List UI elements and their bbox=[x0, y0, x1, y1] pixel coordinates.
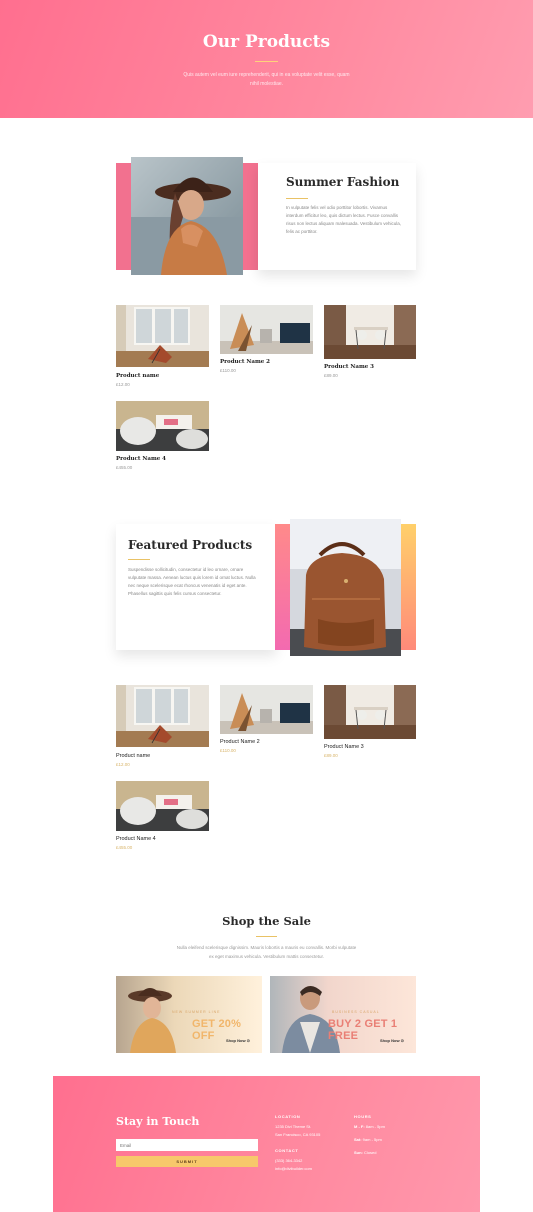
product-name[interactable]: Product Name 2 bbox=[220, 739, 260, 745]
product-price: £89.00 bbox=[324, 753, 338, 758]
featured-bag-photo bbox=[290, 519, 401, 656]
decor-gradient-edge bbox=[401, 524, 416, 650]
email-field[interactable] bbox=[116, 1139, 258, 1151]
banner-kicker: NEW SUMMER LINE bbox=[172, 1010, 221, 1014]
product-image[interactable] bbox=[220, 685, 313, 734]
product-name[interactable]: Product Name 4 bbox=[116, 456, 166, 462]
summer-card-title: Summer Fashion bbox=[286, 175, 400, 189]
hours-row: M - F: 8am - 5pm bbox=[354, 1124, 385, 1130]
product-image[interactable] bbox=[116, 401, 209, 451]
submit-button[interactable]: SUBMIT bbox=[116, 1156, 258, 1167]
shop-now-link[interactable]: Shop Now ⊙ bbox=[226, 1038, 250, 1043]
product-name[interactable]: Product Name 3 bbox=[324, 364, 374, 370]
sale-section-text: Nulla eleifend scelerisque dignissim. Ma… bbox=[176, 945, 357, 959]
product-image[interactable] bbox=[220, 305, 313, 354]
title-divider bbox=[256, 936, 277, 937]
card-divider bbox=[128, 559, 150, 560]
product-name[interactable]: Product name bbox=[116, 753, 150, 759]
hours-time: 8am - 5pm bbox=[364, 1124, 385, 1129]
product-price: £89.00 bbox=[324, 373, 338, 378]
hours-time: Closed bbox=[362, 1150, 377, 1155]
phone-number[interactable]: (333) 364-3342 bbox=[275, 1158, 302, 1164]
product-image[interactable] bbox=[324, 685, 416, 739]
product-price: £12.00 bbox=[116, 762, 130, 767]
hours-heading: HOURS bbox=[354, 1114, 372, 1119]
hours-row: Sun: Closed bbox=[354, 1150, 376, 1156]
product-price: £455.00 bbox=[116, 845, 133, 850]
card-divider bbox=[286, 198, 308, 199]
featured-products-card: Featured Products Suspendisse sollicitud… bbox=[116, 524, 276, 650]
summer-fashion-photo bbox=[131, 157, 243, 275]
hero-section: Our Products Quis autem vel eum iure rep… bbox=[0, 0, 533, 118]
page-title: Our Products bbox=[202, 32, 331, 52]
hours-time: 9am - 5pm bbox=[361, 1137, 382, 1142]
banner-kicker: BUSINESS CASUAL bbox=[332, 1010, 380, 1014]
footer-contact: Stay in Touch SUBMIT LOCATION 1235 Divi … bbox=[53, 1076, 480, 1212]
address-line: San Francisco, CA 93105 bbox=[275, 1132, 321, 1137]
product-name[interactable]: Product name bbox=[116, 373, 159, 379]
title-divider bbox=[255, 61, 278, 62]
hero-subtitle: Quis autem vel eum iure reprehenderit, q… bbox=[183, 72, 350, 87]
product-name[interactable]: Product Name 3 bbox=[324, 744, 364, 750]
email-link[interactable]: info@divibuilder.com bbox=[275, 1166, 312, 1172]
product-image[interactable] bbox=[116, 305, 209, 367]
product-image[interactable] bbox=[324, 305, 416, 359]
shop-now-link[interactable]: Shop Now ⊙ bbox=[380, 1038, 404, 1043]
product-name[interactable]: Product Name 4 bbox=[116, 836, 156, 842]
hours-day: M - F: bbox=[354, 1124, 365, 1129]
hours-day: Sat: bbox=[354, 1137, 362, 1142]
product-price: £12.00 bbox=[116, 382, 130, 387]
footer-title: Stay in Touch bbox=[116, 1115, 200, 1128]
sale-banner-buy2[interactable]: BUSINESS CASUAL BUY 2 GET 1 FREE Shop No… bbox=[270, 976, 416, 1053]
sale-banner-20-off[interactable]: NEW SUMMER LINE GET 20% OFF Shop Now ⊙ bbox=[116, 976, 262, 1053]
product-name[interactable]: Product Name 2 bbox=[220, 359, 270, 365]
product-price: £455.00 bbox=[116, 465, 133, 470]
featured-card-text: Suspendisse sollicitudin, consectetur id… bbox=[128, 567, 256, 596]
featured-card-title: Featured Products bbox=[128, 538, 253, 552]
product-image[interactable] bbox=[116, 781, 209, 831]
product-image[interactable] bbox=[116, 685, 209, 747]
summer-fashion-card: Summer Fashion In vulputate felis vel od… bbox=[258, 163, 416, 270]
address-line: 1235 Divi Theme St. bbox=[275, 1124, 312, 1129]
summer-card-text: In vulputate felis vel odio porttitor lo… bbox=[286, 205, 402, 234]
hours-day: Sun: bbox=[354, 1150, 363, 1155]
product-price: £110.00 bbox=[220, 748, 236, 753]
location-heading: LOCATION bbox=[275, 1114, 301, 1119]
hours-row: Sat: 9am - 5pm bbox=[354, 1137, 382, 1143]
product-price: £110.00 bbox=[220, 368, 236, 373]
contact-heading: CONTACT bbox=[275, 1148, 299, 1153]
sale-section-title: Shop the Sale bbox=[222, 914, 311, 928]
